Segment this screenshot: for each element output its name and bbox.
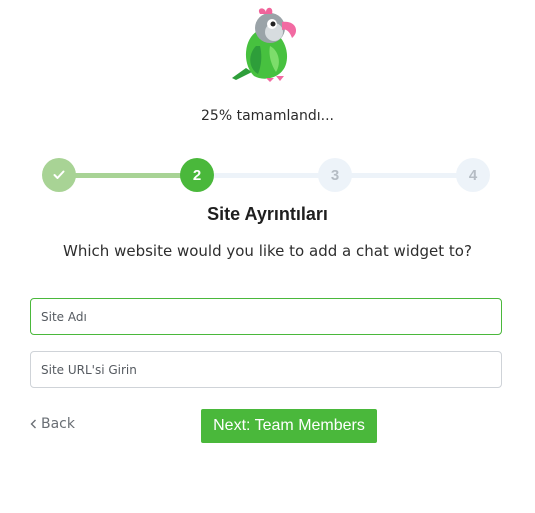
check-icon: [53, 170, 65, 179]
progress-line-complete: [59, 173, 197, 178]
step-2-active: 2: [180, 158, 214, 192]
parrot-logo: [232, 7, 297, 82]
step-3-pending: 3: [318, 158, 352, 192]
onboarding-page: 25% tamamlandı... 2 3 4 Site Ayrıntıları…: [0, 0, 535, 513]
back-link[interactable]: Back: [30, 416, 75, 432]
site-url-input[interactable]: [30, 351, 502, 388]
next-button[interactable]: Next: Team Members: [201, 409, 377, 443]
page-title: Site Ayrıntıları: [207, 204, 328, 224]
step-1-complete: [42, 158, 76, 192]
step-progress: 2 3 4: [42, 158, 490, 192]
site-name-input[interactable]: [30, 298, 502, 335]
chevron-left-icon: [30, 419, 36, 429]
progress-text: 25% tamamlandı...: [201, 108, 334, 124]
step-4-pending: 4: [456, 158, 490, 192]
back-label: Back: [41, 416, 75, 432]
question-text: Which website would you like to add a ch…: [63, 242, 472, 260]
